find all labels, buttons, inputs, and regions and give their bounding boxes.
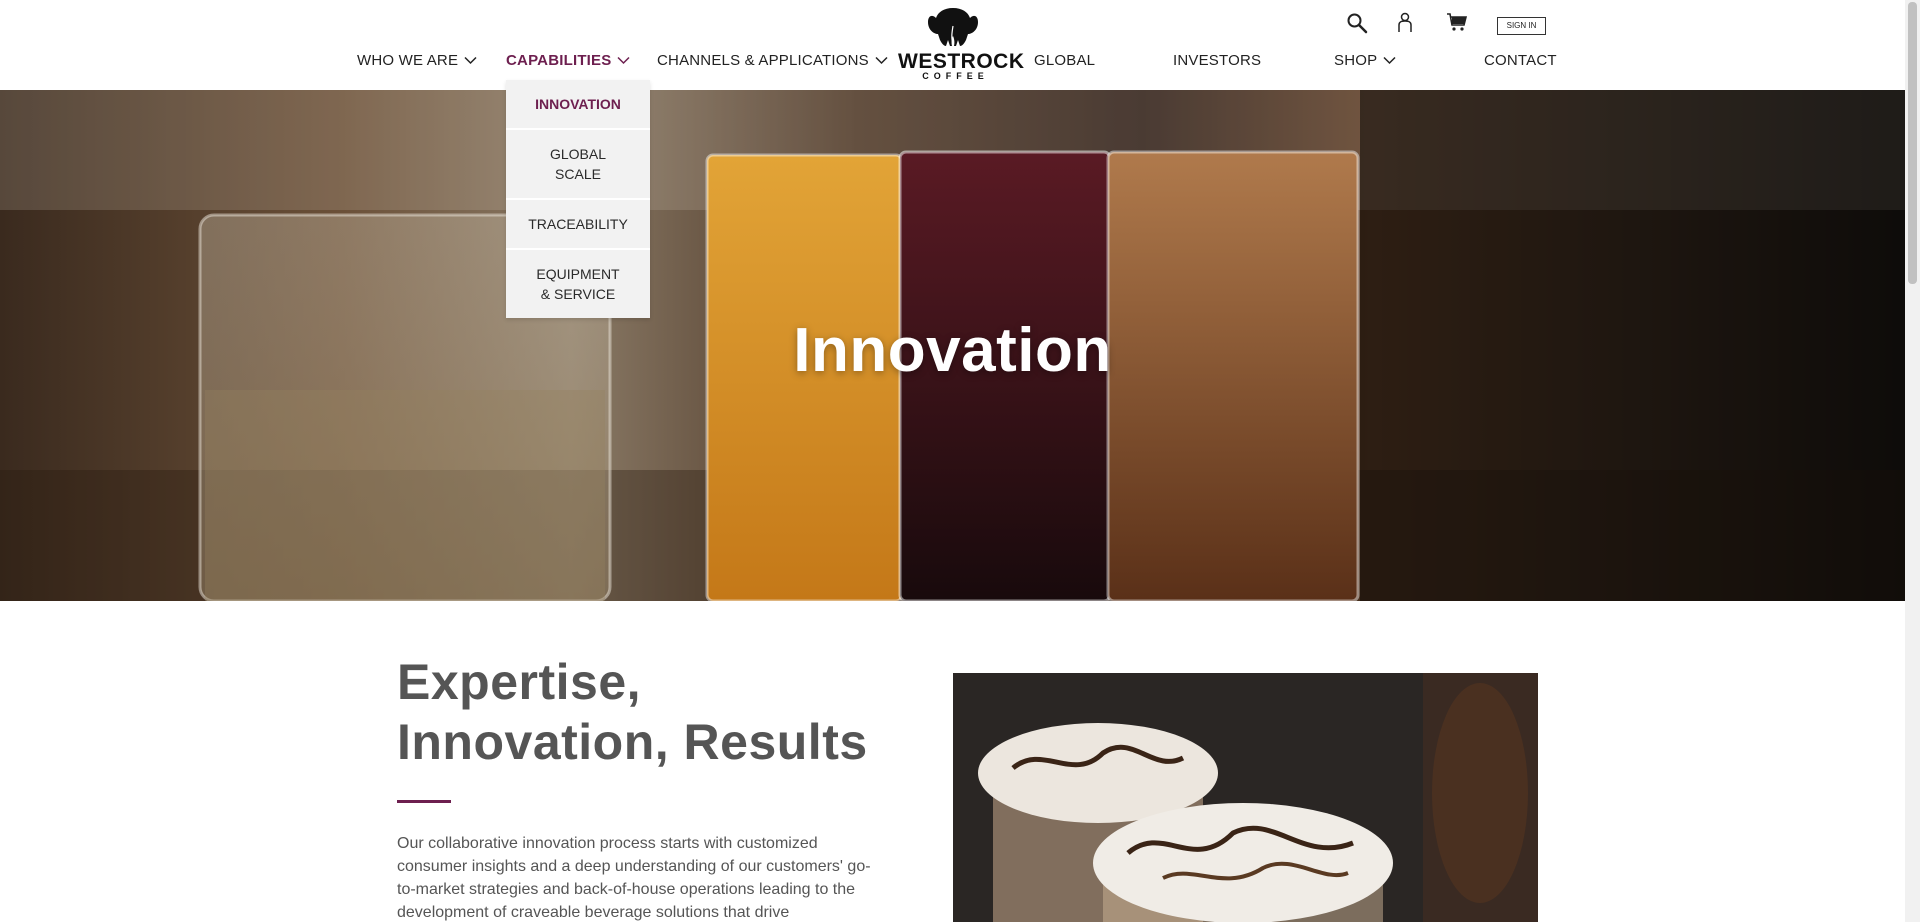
westrock-logo[interactable]: WESTROCK COFFEE (898, 6, 1025, 81)
sign-in-button[interactable]: SIGN IN (1497, 17, 1546, 35)
hero-title: Innovation (793, 316, 1112, 385)
nav-investors[interactable]: INVESTORS (1173, 52, 1261, 69)
nav-global[interactable]: GLOBAL (1034, 52, 1095, 69)
menu-item-equipment-service[interactable]: EQUIPMENT & SERVICE (506, 250, 650, 318)
user-icon[interactable] (1397, 12, 1413, 34)
nav-contact[interactable]: CONTACT (1484, 52, 1557, 69)
chevron-down-icon (1383, 56, 1396, 65)
chevron-down-icon (617, 56, 630, 65)
chevron-down-icon (464, 56, 477, 65)
elephant-logo-icon (928, 8, 978, 46)
site-header: WHO WE ARE CAPABILITIES CHANNELS & APPLI… (0, 0, 1905, 90)
nav-channels-applications[interactable]: CHANNELS & APPLICATIONS (657, 52, 888, 69)
cart-icon[interactable] (1446, 12, 1468, 32)
logo-wordmark: WESTROCK (898, 50, 1025, 73)
accent-divider (397, 800, 451, 803)
nav-label: CHANNELS & APPLICATIONS (657, 52, 869, 69)
chevron-down-icon (875, 56, 888, 65)
nav-who-we-are[interactable]: WHO WE ARE (357, 52, 477, 69)
nav-capabilities[interactable]: CAPABILITIES (506, 52, 630, 69)
nav-label: INVESTORS (1173, 52, 1262, 69)
menu-item-global-scale[interactable]: GLOBAL SCALE (506, 130, 650, 200)
capabilities-dropdown: INNOVATION GLOBAL SCALE TRACEABILITY EQU… (506, 80, 650, 318)
nav-label: SHOP (1334, 52, 1378, 69)
hero-banner: Innovation (0, 90, 1905, 601)
whipped-coffee-photo (953, 673, 1538, 922)
menu-item-innovation[interactable]: INNOVATION (506, 80, 650, 130)
nav-label: CAPABILITIES (506, 52, 612, 69)
nav-label: GLOBAL (1034, 52, 1096, 69)
scrollbar-thumb[interactable] (1908, 2, 1917, 284)
nav-shop[interactable]: SHOP (1334, 52, 1396, 69)
section-body-text: Our collaborative innovation process sta… (397, 835, 871, 921)
menu-item-traceability[interactable]: TRACEABILITY (506, 200, 650, 250)
search-icon[interactable] (1346, 12, 1368, 34)
coffee-drinks-image (953, 673, 1538, 922)
section-heading: Expertise, Innovation, Results (397, 654, 868, 770)
nav-label: WHO WE ARE (357, 52, 459, 69)
nav-label: CONTACT (1484, 52, 1557, 69)
